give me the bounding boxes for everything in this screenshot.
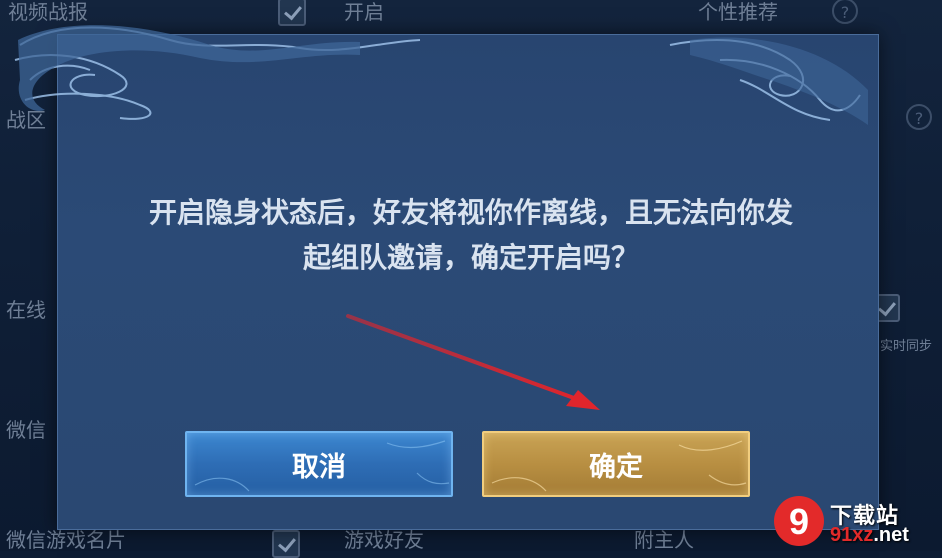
site-logo-icon: 9 [774, 496, 824, 546]
site-domain-suffix: .net [873, 524, 909, 546]
site-domain: 91xz.net [830, 524, 909, 547]
confirm-button[interactable]: 确定 [482, 431, 750, 497]
setting-label-wechat: 微信 [6, 418, 46, 442]
cancel-button-label: 取消 [292, 451, 346, 483]
site-watermark: 9 下载站 91xz.net [768, 492, 942, 551]
cancel-button[interactable]: 取消 [185, 431, 453, 497]
setting-label-video-report: 视频战报 [8, 0, 88, 24]
dialog-message: 开启隐身状态后，好友将视你作离线，且无法向你发 起组队邀请，确定开启吗？ [0, 190, 942, 280]
help-icon[interactable]: ? [906, 104, 932, 130]
site-logo-text: 9 [789, 501, 809, 542]
dialog-message-line-1: 开启隐身状态后，好友将视你作离线，且无法向你发 [148, 196, 793, 229]
confirm-button-label: 确定 [589, 451, 643, 483]
help-icon[interactable]: ? [832, 0, 858, 24]
setting-value-game-friends: 游戏好友 [344, 528, 424, 552]
setting-value-owner: 附主人 [634, 528, 694, 552]
video-report-checkbox[interactable] [278, 0, 306, 26]
setting-label-personal-recommend: 个性推荐 [698, 0, 778, 24]
wechat-card-checkbox[interactable] [272, 530, 300, 558]
dialog-message-line-2: 起组队邀请，确定开启吗？ [302, 241, 639, 274]
setting-value-enable: 开启 [344, 0, 384, 24]
setting-label-sync: 实时同步 [880, 339, 933, 354]
confirm-dialog [57, 34, 879, 530]
site-domain-prefix: 91xz [830, 524, 874, 546]
setting-label-zone: 战区 [6, 108, 46, 132]
setting-label-wechat-card: 微信游戏名片 [6, 528, 126, 552]
setting-label-online: 在线 [6, 298, 46, 322]
